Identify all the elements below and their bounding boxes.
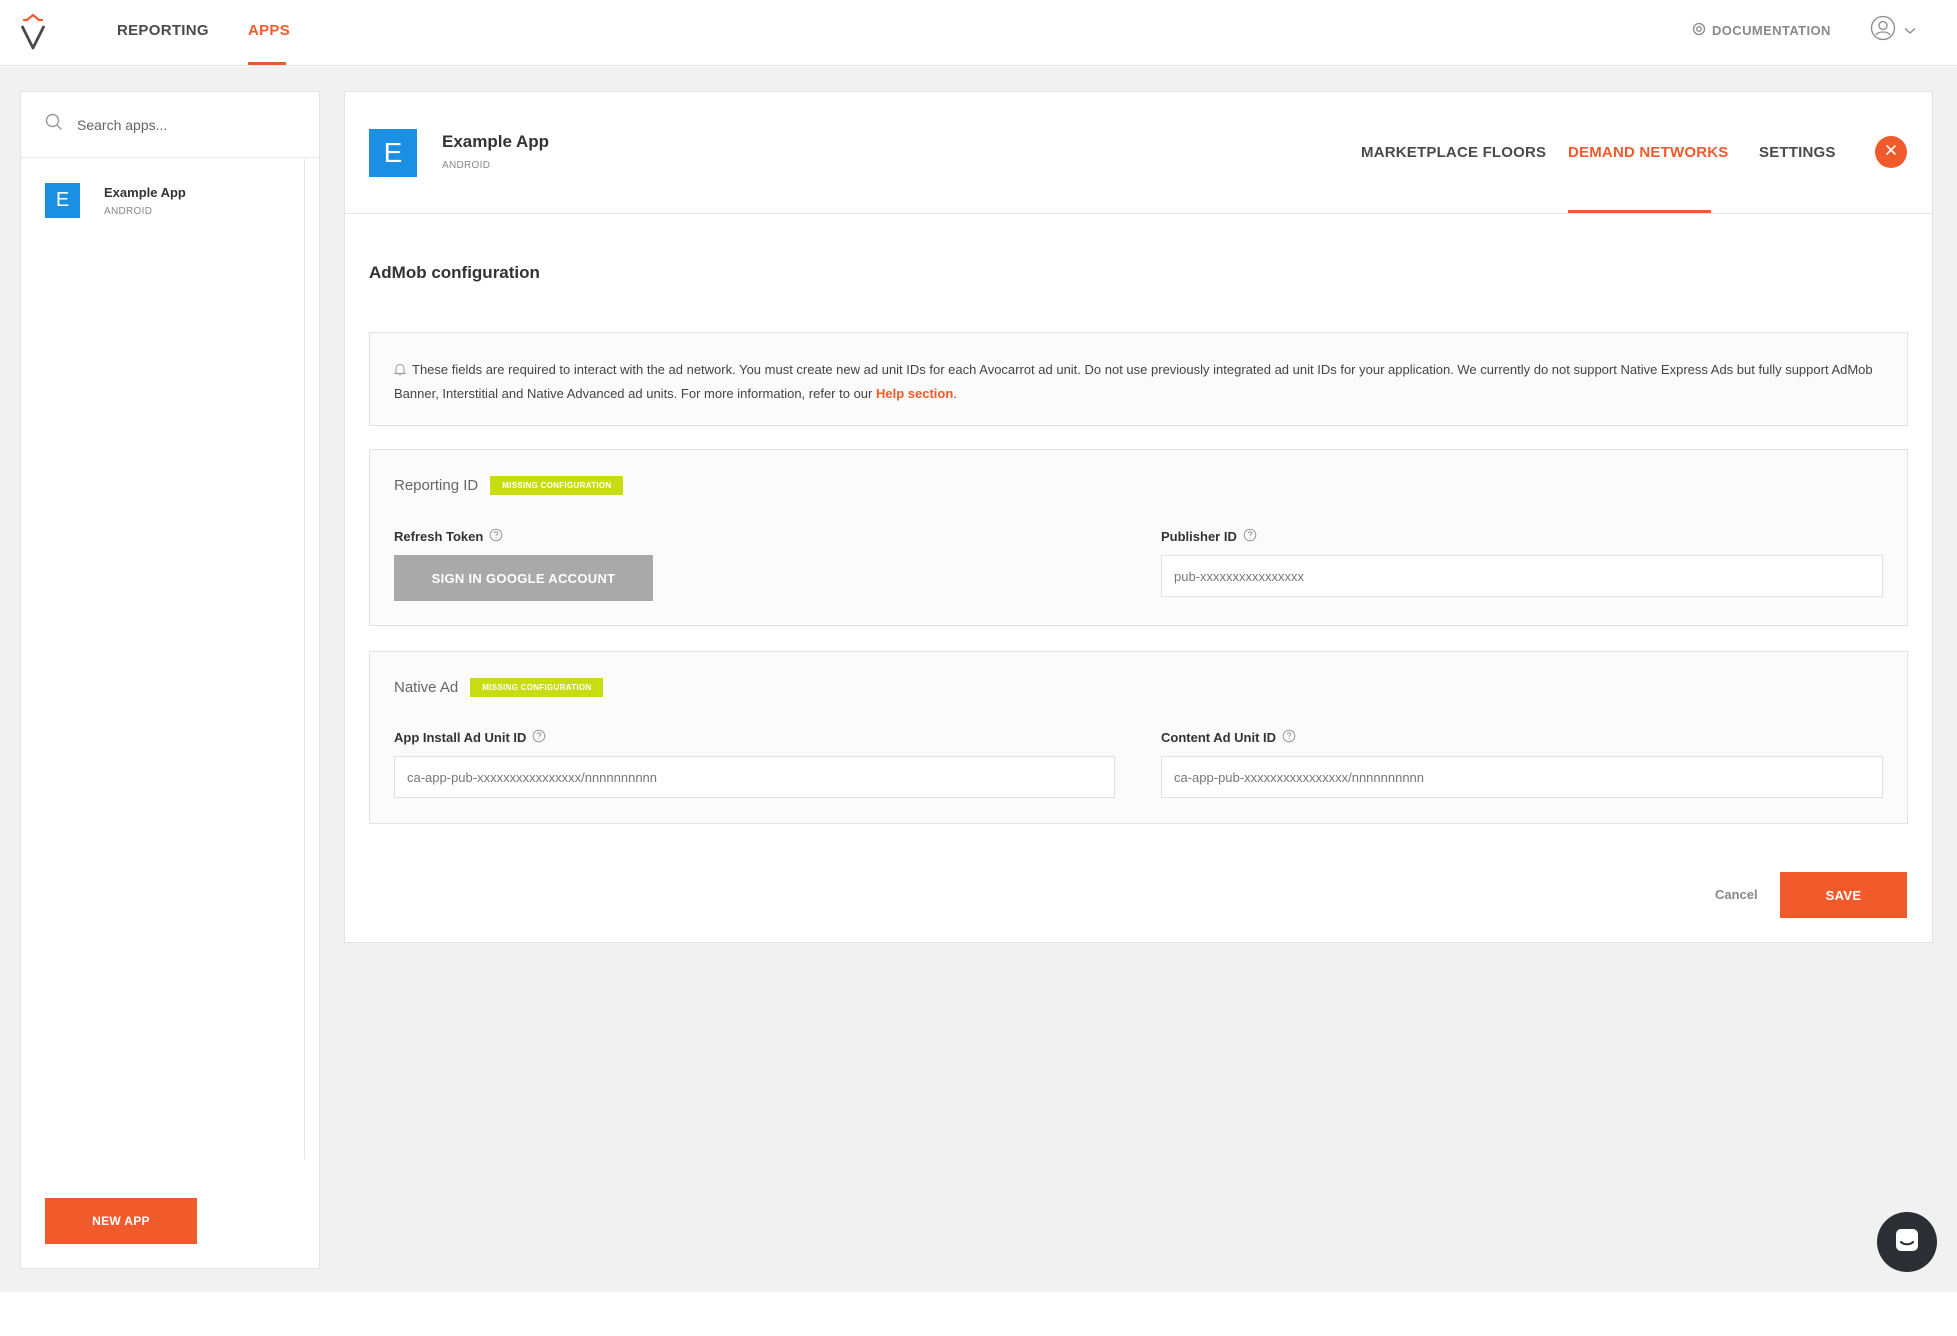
chat-icon <box>1893 1226 1921 1259</box>
help-icon[interactable] <box>1282 729 1296 746</box>
search-input[interactable] <box>77 116 297 133</box>
app-install-ad-unit-field[interactable] <box>394 756 1115 798</box>
refresh-token-text: Refresh Token <box>394 529 484 544</box>
search-icon <box>45 113 63 136</box>
reporting-id-section: Reporting ID MISSING CONFIGURATION Refre… <box>369 449 1908 626</box>
tab-settings[interactable]: SETTINGS <box>1759 144 1836 161</box>
app-detail-card: E Example App ANDROID MARKETPLACE FLOORS… <box>344 91 1933 943</box>
native-ad-section: Native Ad MISSING CONFIGURATION App Inst… <box>369 651 1908 824</box>
refresh-token-label: Refresh Token <box>394 528 503 545</box>
reporting-id-title: Reporting ID <box>394 477 479 494</box>
card-header: E Example App ANDROID MARKETPLACE FLOORS… <box>345 92 1932 214</box>
content-ad-unit-label: Content Ad Unit ID <box>1161 729 1296 746</box>
brand-logo-icon[interactable] <box>18 12 48 52</box>
help-section-link[interactable]: Help section <box>876 386 953 401</box>
status-badge: MISSING CONFIGURATION <box>470 678 604 697</box>
native-ad-title: Native Ad <box>394 679 459 696</box>
chevron-down-icon <box>1904 22 1916 40</box>
app-install-ad-unit-text: App Install Ad Unit ID <box>394 730 527 745</box>
user-menu[interactable] <box>1870 15 1916 46</box>
cancel-button[interactable]: Cancel <box>1715 887 1758 902</box>
sign-in-google-button[interactable]: SIGN IN GOOGLE ACCOUNT <box>394 555 653 601</box>
section-title: AdMob configuration <box>369 263 540 282</box>
app-platform-label: ANDROID <box>442 160 491 171</box>
publisher-id-label: Publisher ID <box>1161 528 1257 545</box>
info-suffix: . <box>953 386 957 401</box>
app-avatar-large: E <box>369 129 417 177</box>
info-notice: These fields are required to interact wi… <box>369 332 1908 426</box>
user-avatar-icon <box>1870 15 1896 46</box>
help-icon[interactable] <box>532 729 546 746</box>
close-button[interactable] <box>1875 136 1907 168</box>
new-app-button[interactable]: NEW APP <box>45 1198 197 1244</box>
tab-demand-networks[interactable]: DEMAND NETWORKS <box>1568 144 1729 161</box>
reporting-id-heading: Reporting ID MISSING CONFIGURATION <box>394 476 624 495</box>
documentation-link[interactable]: DOCUMENTATION <box>1692 22 1831 39</box>
publisher-id-field[interactable] <box>1161 555 1883 597</box>
app-title: Example App <box>442 132 550 151</box>
app-name: Example App <box>104 185 186 200</box>
search-bar <box>21 92 319 158</box>
info-text: These fields are required to interact wi… <box>394 362 1873 401</box>
tab-active-indicator <box>1568 210 1711 213</box>
nav-reporting[interactable]: REPORTING <box>117 22 209 39</box>
app-avatar: E <box>45 183 80 218</box>
chat-launcher-button[interactable] <box>1877 1212 1937 1272</box>
bell-icon <box>393 361 407 383</box>
content-ad-unit-field[interactable] <box>1161 756 1883 798</box>
top-navigation-bar: REPORTING APPS DOCUMENTATION <box>0 0 1957 66</box>
native-ad-heading: Native Ad MISSING CONFIGURATION <box>394 678 604 697</box>
list-item[interactable]: E Example App ANDROID <box>45 183 186 218</box>
apps-sidebar: E Example App ANDROID NEW APP <box>20 91 320 1269</box>
close-icon <box>1885 143 1897 161</box>
app-install-ad-unit-label: App Install Ad Unit ID <box>394 729 546 746</box>
content-ad-unit-text: Content Ad Unit ID <box>1161 730 1277 745</box>
status-badge: MISSING CONFIGURATION <box>490 476 624 495</box>
help-icon[interactable] <box>489 528 503 545</box>
app-list: E Example App ANDROID <box>21 159 305 1159</box>
documentation-label: DOCUMENTATION <box>1712 23 1831 38</box>
nav-apps[interactable]: APPS <box>248 22 290 39</box>
nav-active-indicator <box>248 62 286 65</box>
save-button[interactable]: SAVE <box>1780 872 1907 918</box>
help-icon[interactable] <box>1243 528 1257 545</box>
documentation-icon <box>1692 22 1706 39</box>
tab-marketplace-floors[interactable]: MARKETPLACE FLOORS <box>1361 144 1546 161</box>
app-platform: ANDROID <box>104 206 153 217</box>
publisher-id-text: Publisher ID <box>1161 529 1237 544</box>
